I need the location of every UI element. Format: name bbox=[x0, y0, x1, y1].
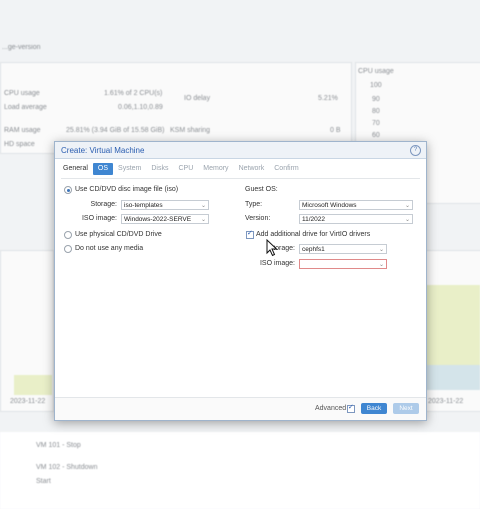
tab-network[interactable]: Network bbox=[234, 163, 270, 175]
advanced-checkbox[interactable] bbox=[347, 403, 355, 413]
bg-value-io: 5.21% bbox=[318, 95, 338, 102]
os-version-label: Version: bbox=[245, 215, 271, 222]
no-media-label: Do not use any media bbox=[75, 245, 144, 252]
bg-date-left: 2023-11-22 bbox=[10, 398, 46, 405]
bg-axis-1: 90 bbox=[372, 96, 380, 103]
bg-value-load: 0.06,1.10,0.89 bbox=[118, 104, 163, 111]
bg-label-ksm: KSM sharing bbox=[170, 127, 211, 134]
bg-label-io: IO delay bbox=[184, 95, 211, 102]
virtio-checkbox[interactable] bbox=[246, 229, 254, 239]
wizard-tabs: General OS System Disks CPU Memory Netwo… bbox=[61, 163, 304, 175]
virtio-iso-label: ISO image: bbox=[259, 260, 295, 267]
chevron-down-icon: ⌄ bbox=[200, 217, 206, 223]
virtio-storage-value: cephfs1 bbox=[302, 246, 325, 253]
os-type-label: Type: bbox=[245, 201, 263, 208]
os-version-value: 11/2022 bbox=[302, 216, 326, 223]
bg-date-right: 2023-11-22 bbox=[428, 398, 464, 405]
tab-system[interactable]: System bbox=[113, 163, 146, 175]
help-icon[interactable]: ? bbox=[410, 145, 421, 156]
guest-os-heading: Guest OS: bbox=[245, 186, 278, 193]
physical-drive-label: Use physical CD/DVD Drive bbox=[75, 231, 162, 238]
os-type-value: Microsoft Windows bbox=[302, 202, 357, 209]
dialog-title: Create: Virtual Machine bbox=[61, 146, 145, 155]
iso-storage-value: iso-templates bbox=[124, 202, 163, 209]
tab-cpu[interactable]: CPU bbox=[174, 163, 199, 175]
no-media-radio[interactable] bbox=[64, 245, 72, 253]
chevron-down-icon: ⌄ bbox=[404, 203, 410, 209]
bg-value-ksm: 0 B bbox=[330, 127, 341, 134]
bg-task-list: VM 101 - Stop VM 102 - Shutdown Start bbox=[0, 432, 480, 509]
tab-os[interactable]: OS bbox=[92, 163, 114, 175]
bg-label-load: Load average bbox=[4, 104, 47, 111]
tab-general[interactable]: General bbox=[61, 163, 93, 175]
tab-divider bbox=[61, 178, 420, 179]
iso-storage-select[interactable]: iso-templates ⌄ bbox=[121, 200, 209, 210]
chevron-down-icon: ⌄ bbox=[378, 247, 384, 253]
next-button[interactable]: Next bbox=[393, 403, 419, 414]
bg-label-hd: HD space bbox=[4, 141, 35, 148]
mouse-cursor-icon bbox=[266, 239, 278, 257]
tab-confirm[interactable]: Confirm bbox=[269, 163, 304, 175]
os-version-select[interactable]: 11/2022 ⌄ bbox=[299, 214, 413, 224]
bg-label-ram: RAM usage bbox=[4, 127, 41, 134]
chevron-down-icon: ⌄ bbox=[378, 262, 384, 268]
physical-drive-radio[interactable] bbox=[64, 231, 72, 239]
bg-value-ram: 25.81% (3.94 GiB of 15.58 GiB) bbox=[66, 127, 165, 134]
back-button[interactable]: Back bbox=[361, 403, 387, 414]
chevron-down-icon: ⌄ bbox=[404, 217, 410, 223]
bg-axis-2: 80 bbox=[372, 108, 380, 115]
bg-axis-0: 100 bbox=[370, 82, 382, 89]
virtio-storage-select[interactable]: cephfs1 ⌄ bbox=[299, 244, 387, 254]
tab-memory[interactable]: Memory bbox=[198, 163, 233, 175]
use-iso-label: Use CD/DVD disc image file (iso) bbox=[75, 186, 179, 193]
bg-axis-4: 60 bbox=[372, 132, 380, 139]
bg-task-1: VM 102 - Shutdown bbox=[36, 464, 98, 471]
bg-left-chart-area bbox=[14, 375, 52, 395]
dialog-footer: Advanced Back Next bbox=[55, 397, 426, 420]
iso-image-label: ISO image: bbox=[81, 215, 117, 222]
dialog-header: Create: Virtual Machine ? bbox=[55, 142, 426, 159]
virtio-label: Add additional drive for VirtIO drivers bbox=[256, 231, 371, 238]
bg-right-chart-band bbox=[426, 365, 480, 390]
iso-image-value: Windows-2022-SERVE bbox=[124, 216, 192, 223]
iso-image-select[interactable]: Windows-2022-SERVE ⌄ bbox=[121, 214, 209, 224]
bg-label-cpu: CPU usage bbox=[4, 90, 40, 97]
virtio-iso-select[interactable]: ⌄ bbox=[299, 259, 387, 269]
bg-task-0: VM 101 - Stop bbox=[36, 442, 81, 449]
use-iso-radio[interactable] bbox=[64, 186, 72, 194]
create-vm-dialog: Create: Virtual Machine ? General OS Sys… bbox=[54, 141, 427, 421]
bg-axis-3: 70 bbox=[372, 120, 380, 127]
bg-right-chart-area bbox=[426, 285, 480, 365]
bg-chart-title: CPU usage bbox=[358, 68, 394, 75]
os-type-select[interactable]: Microsoft Windows ⌄ bbox=[299, 200, 413, 210]
storage-label: Storage: bbox=[90, 201, 117, 208]
advanced-label: Advanced bbox=[315, 405, 347, 412]
bg-value-cpu: 1.61% of 2 CPU(s) bbox=[104, 90, 163, 97]
bg-page-title: ...ge-version bbox=[2, 44, 41, 51]
tab-disks[interactable]: Disks bbox=[146, 163, 173, 175]
chevron-down-icon: ⌄ bbox=[200, 203, 206, 209]
bg-task-2: Start bbox=[36, 478, 51, 485]
